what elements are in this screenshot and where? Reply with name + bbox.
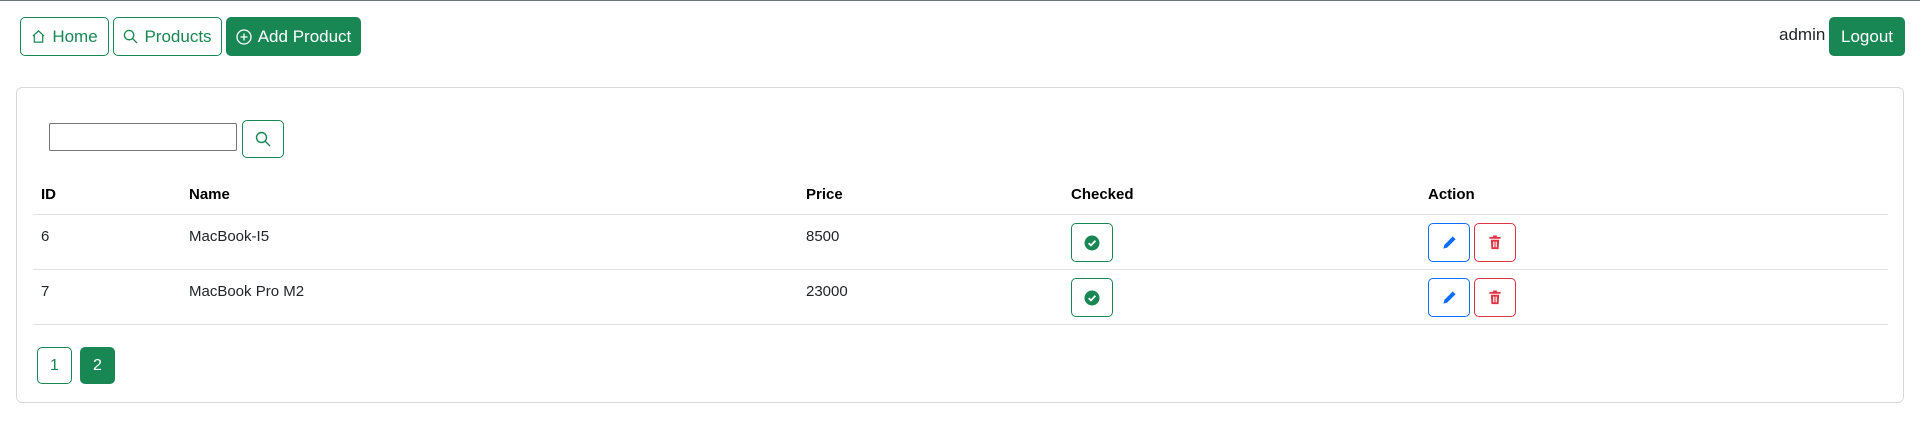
page-link-1[interactable]: 1 xyxy=(37,347,72,384)
edit-button[interactable] xyxy=(1428,278,1470,317)
row-divider xyxy=(33,324,1888,325)
search-input[interactable] xyxy=(49,123,237,151)
column-header-name: Name xyxy=(189,186,230,203)
column-header-id: ID xyxy=(41,186,56,203)
search-icon xyxy=(255,131,271,147)
check-circle-icon xyxy=(1084,290,1100,306)
pencil-icon xyxy=(1442,290,1457,305)
row-divider xyxy=(33,269,1888,270)
delete-button[interactable] xyxy=(1474,223,1516,262)
search-icon xyxy=(123,29,138,44)
products-card xyxy=(16,87,1904,403)
page-link-2-active[interactable]: 2 xyxy=(80,347,115,384)
cell-id: 7 xyxy=(41,283,50,300)
cell-name: MacBook-I5 xyxy=(189,228,270,245)
plus-circle-icon xyxy=(236,28,252,45)
add-product-label: Add Product xyxy=(257,26,352,46)
home-button[interactable]: Home xyxy=(20,17,109,56)
logout-button[interactable]: Logout xyxy=(1829,17,1905,56)
cell-price: 8500 xyxy=(806,228,840,245)
house-icon xyxy=(31,29,46,44)
trash-icon xyxy=(1488,290,1502,305)
pencil-icon xyxy=(1442,235,1457,250)
add-product-button[interactable]: Add Product xyxy=(226,17,361,56)
check-circle-icon xyxy=(1084,235,1100,251)
checked-button[interactable] xyxy=(1071,223,1113,262)
home-label: Home xyxy=(52,26,98,46)
username-label: admin xyxy=(1779,25,1826,44)
checked-button[interactable] xyxy=(1071,278,1113,317)
column-header-checked: Checked xyxy=(1071,186,1134,203)
trash-icon xyxy=(1488,235,1502,250)
cell-id: 6 xyxy=(41,228,50,245)
cell-price: 23000 xyxy=(806,283,848,300)
products-button[interactable]: Products xyxy=(113,17,222,56)
products-label: Products xyxy=(144,26,212,46)
navbar: Home Products Add Product admin Logout xyxy=(0,0,1920,72)
edit-button[interactable] xyxy=(1428,223,1470,262)
column-header-action: Action xyxy=(1428,186,1475,203)
search-button[interactable] xyxy=(242,120,284,158)
cell-name: MacBook Pro M2 xyxy=(189,283,305,300)
column-header-price: Price xyxy=(806,186,843,203)
header-divider xyxy=(33,214,1888,215)
delete-button[interactable] xyxy=(1474,278,1516,317)
